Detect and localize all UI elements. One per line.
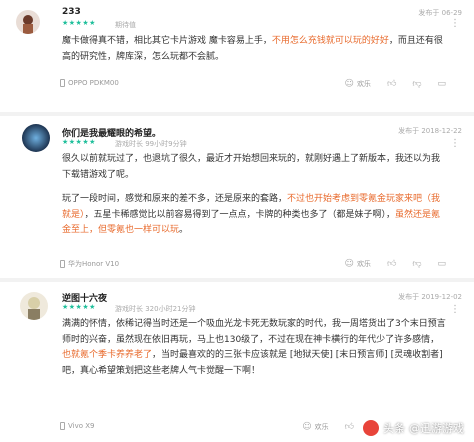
review-text: 满满的怀情，依稀记得当时还是一个吸血光龙卡死无数玩家的时代，我一周塔货出了3个末… <box>62 319 446 376</box>
like-button[interactable]: 👍︎ <box>387 79 396 89</box>
comment-icon: ▭ <box>437 79 446 89</box>
fun-button[interactable]: ☺ 欢乐 <box>345 79 371 89</box>
avatar[interactable] <box>16 10 40 34</box>
review-card: 你们是我最耀眼的希望。 ★★★★★ 游戏时长 99小时9分钟 发布于 2018-… <box>0 116 474 278</box>
dislike-button[interactable]: 👎︎ <box>412 79 421 89</box>
device-label: OPPO PDKM00 <box>60 79 119 87</box>
smile-icon: ☺ <box>344 79 354 89</box>
review-tag: 期待值 <box>115 21 136 29</box>
more-icon[interactable]: ⋮ <box>450 304 460 315</box>
phone-icon <box>60 79 65 87</box>
smile-icon: ☺ <box>302 422 312 432</box>
more-icon[interactable]: ⋮ <box>450 18 460 29</box>
dislike-button[interactable]: 👎︎ <box>412 259 421 269</box>
rating-stars: ★★★★★ <box>62 138 96 146</box>
review-text: 玩了一段时间，感觉和原来的差不多，还是原来的套路，不过也开始考虑到零氪金玩家来吧… <box>62 194 441 235</box>
comment-button[interactable]: ▭ <box>437 259 446 269</box>
thumb-up-icon: 👍︎ <box>386 259 397 269</box>
review-date: 发布于 2018-12-22 <box>398 127 462 135</box>
fun-button[interactable]: ☺ 欢乐 <box>345 259 371 269</box>
comment-icon: ▭ <box>437 259 446 269</box>
thumb-up-icon: 👍︎ <box>386 79 397 89</box>
review-text: 魔卡做得真不错，相比其它卡片游戏 魔卡容易上手，不用怎么充钱就可以玩的好好，而且… <box>62 36 443 62</box>
review-tag: 游戏时长 320小时21分钟 <box>115 305 196 313</box>
phone-icon <box>60 260 65 268</box>
rating-stars: ★★★★★ <box>62 303 96 311</box>
username[interactable]: 233 <box>62 7 81 17</box>
thumb-up-icon: 👍︎ <box>344 422 354 432</box>
review-actions: ☺ 欢乐 👍︎ 👎︎ ▭ <box>345 259 446 269</box>
watermark: 头条 @迅游游戏 <box>363 420 464 436</box>
review-tag: 游戏时长 99小时9分钟 <box>115 140 187 148</box>
thumb-down-icon: 👎︎ <box>412 259 422 269</box>
phone-icon <box>60 422 65 430</box>
toutiao-logo-icon <box>363 420 379 436</box>
review-card: 逆图十六夜 ★★★★★ 游戏时长 320小时21分钟 发布于 2019-12-0… <box>0 282 474 442</box>
review-card: 233 ★★★★★ 期待值 发布于 06-29 ⋮ 魔卡做得真不错，相比其它卡片… <box>0 0 474 112</box>
fun-button[interactable]: ☺ 欢乐 <box>302 422 328 432</box>
review-date: 发布于 2019-12-02 <box>398 293 462 301</box>
review-actions: ☺ 欢乐 👍︎ <box>302 422 354 432</box>
more-icon[interactable]: ⋮ <box>450 138 460 149</box>
thumb-down-icon: 👎︎ <box>412 79 422 89</box>
review-date: 发布于 06-29 <box>418 9 462 17</box>
avatar[interactable] <box>20 292 48 320</box>
like-button[interactable]: 👍︎ <box>387 259 396 269</box>
smile-icon: ☺ <box>344 259 354 269</box>
avatar[interactable] <box>22 124 50 152</box>
review-text: 很久以前就玩过了，也退坑了很久，最近才开始想回来玩的，就刚好遇上了新版本，我还以… <box>62 154 441 180</box>
rating-stars: ★★★★★ <box>62 19 96 27</box>
review-actions: ☺ 欢乐 👍︎ 👎︎ ▭ <box>345 79 446 89</box>
review-feed: 233 ★★★★★ 期待值 发布于 06-29 ⋮ 魔卡做得真不错，相比其它卡片… <box>0 0 474 442</box>
device-label: Vivo X9 <box>60 422 94 430</box>
like-button[interactable]: 👍︎ <box>345 422 354 432</box>
device-label: 华为Honor V10 <box>60 259 119 269</box>
comment-button[interactable]: ▭ <box>437 79 446 89</box>
